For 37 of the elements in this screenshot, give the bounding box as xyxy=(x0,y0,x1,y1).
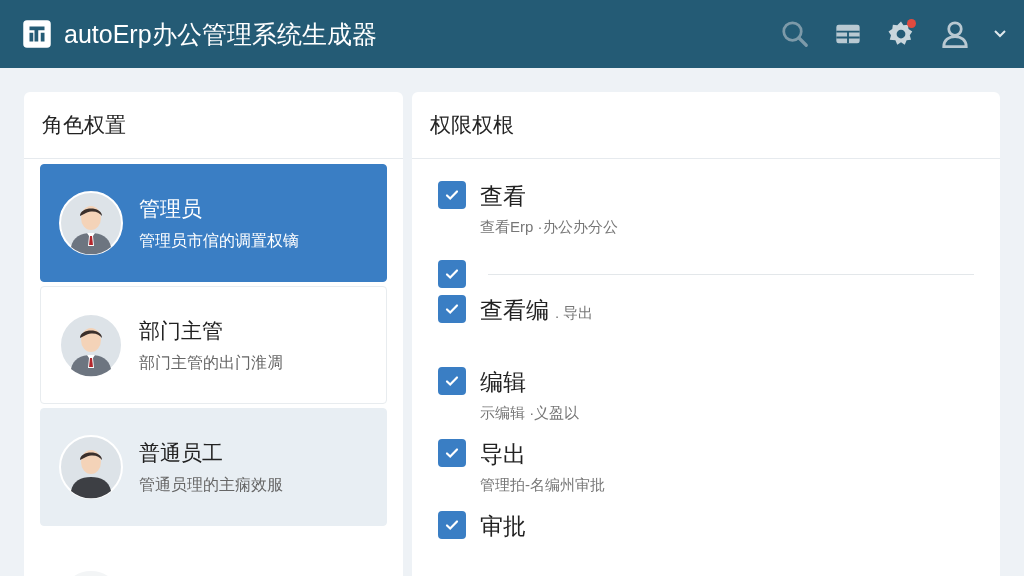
check-icon xyxy=(444,301,460,317)
role-item[interactable]: 部门主管 部门主管的出门淮凋 xyxy=(40,286,387,404)
permission-label: 审批 xyxy=(480,512,526,541)
role-description: 管理员市倌的调置权镝 xyxy=(139,230,299,251)
checkbox[interactable] xyxy=(438,367,466,395)
panel-title: 角色权置 xyxy=(42,112,126,138)
role-description: 管通员理的主痫效服 xyxy=(139,474,283,495)
permission-label: 编辑 xyxy=(480,368,526,397)
check-icon xyxy=(444,373,460,389)
permission-label: 查看编 xyxy=(480,296,549,325)
role-item[interactable]: 管理员 管理员市倌的调置权镝 xyxy=(40,164,387,282)
panel-title: 权限权根 xyxy=(430,112,514,138)
permission-label: 导出 xyxy=(480,440,526,469)
checkbox[interactable] xyxy=(438,260,466,288)
role-name: 部门主管 xyxy=(139,317,224,344)
user-icon[interactable] xyxy=(940,19,970,49)
permission-label: 查看 xyxy=(480,182,526,211)
role-name: 管理员 xyxy=(139,195,203,222)
checkbox[interactable] xyxy=(438,181,466,209)
check-icon xyxy=(444,517,460,533)
checkbox[interactable] xyxy=(438,439,466,467)
check-icon xyxy=(444,445,460,461)
chevron-down-icon[interactable] xyxy=(994,30,1006,38)
check-icon xyxy=(444,266,460,282)
check-icon xyxy=(444,187,460,203)
app-title: autoErp办公管理系统生成器 xyxy=(64,18,377,50)
permission-description: 管理拍-名编州审批 xyxy=(480,476,605,495)
role-item[interactable]: 普通员工 管通员理的主痫效服 xyxy=(40,408,387,526)
search-icon[interactable] xyxy=(780,19,810,49)
permission-description: 查看Erp ·办公办分公 xyxy=(480,218,618,237)
logo-icon xyxy=(22,19,52,49)
permission-description: 示编辑 ·义盈以 xyxy=(480,404,580,423)
checkbox[interactable] xyxy=(438,295,466,323)
checkbox[interactable] xyxy=(438,511,466,539)
permission-note: . 导出 xyxy=(555,304,594,323)
role-name: 普通员工 xyxy=(139,439,224,466)
role-description: 部门主管的出门淮凋 xyxy=(139,352,283,373)
